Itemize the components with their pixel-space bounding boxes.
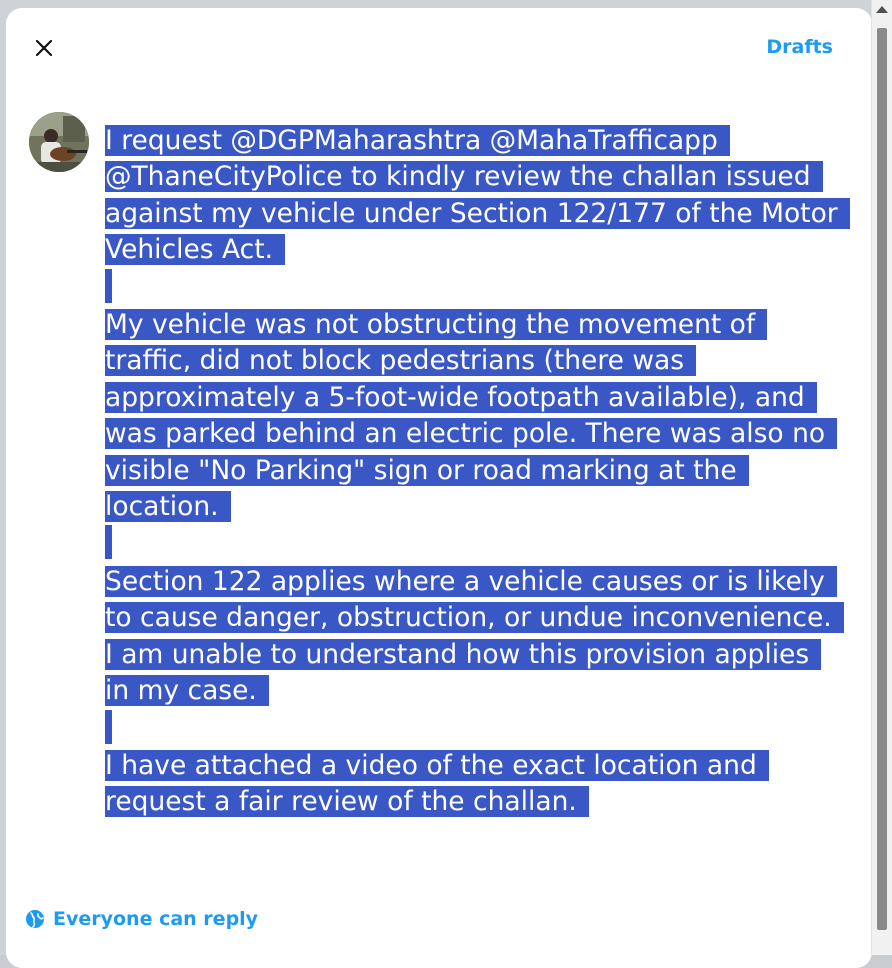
post-paragraph: Section 122 applies where a vehicle caus… [105, 564, 865, 710]
post-paragraph: My vehicle was not obstructing the movem… [105, 307, 865, 525]
blank-line [105, 525, 865, 563]
selected-text-line: My vehicle was not obstructing the movem… [105, 309, 768, 341]
scroll-up-arrow-icon[interactable] [876, 6, 888, 13]
globe-icon [26, 910, 44, 928]
compose-post-dialog: Drafts I request @DGPMaharashtra @MahaTr… [6, 8, 872, 968]
selected-text-line: I request @DGPMaharashtra @MahaTrafficap… [105, 125, 730, 156]
selected-text-line: to cause danger, obstruction, or undue i… [105, 602, 844, 634]
selected-text-line: location. [105, 491, 231, 523]
selected-text-line: approximately a 5-foot-wide footpath ava… [105, 381, 817, 413]
selected-text-line: Vehicles Act. [105, 234, 286, 266]
selection-marker [105, 525, 112, 560]
close-icon [35, 39, 53, 57]
scroll-thumb[interactable] [877, 28, 887, 930]
post-paragraph: I request @DGPMaharashtra @MahaTrafficap… [105, 123, 865, 269]
scrollbar[interactable] [871, 0, 892, 955]
avatar[interactable] [29, 112, 89, 172]
selected-text-line: Section 122 applies where a vehicle caus… [105, 565, 837, 597]
selected-text-line: was parked behind an electric pole. Ther… [105, 418, 838, 450]
post-paragraph: I have attached a video of the exact loc… [105, 748, 865, 821]
close-button[interactable] [28, 32, 60, 64]
selection-marker [105, 268, 112, 303]
post-text-editor[interactable]: I request @DGPMaharashtra @MahaTrafficap… [105, 123, 865, 821]
user-avatar-image [29, 112, 89, 172]
selected-text-line: I have attached a video of the exact loc… [105, 749, 769, 781]
reply-settings-button[interactable]: Everyone can reply [25, 908, 258, 930]
selected-text-line: in my case. [105, 675, 269, 707]
selection-marker [105, 709, 112, 744]
blank-line [105, 268, 865, 307]
drafts-button[interactable]: Drafts [766, 36, 833, 58]
selected-text-line: against my vehicle under Section 122/177… [105, 197, 850, 229]
selected-text-line: traffic, did not block pedestrians (ther… [105, 345, 697, 377]
selected-text-line: request a fair review of the challan. [105, 786, 589, 818]
selected-text-line: visible "No Parking" sign or road markin… [105, 454, 749, 486]
selected-text-line: I am unable to understand how this provi… [105, 638, 822, 670]
reply-setting-label: Everyone can reply [53, 908, 259, 930]
blank-line [105, 709, 865, 748]
selected-text-line: @ThaneCityPolice to kindly review the ch… [105, 161, 823, 193]
